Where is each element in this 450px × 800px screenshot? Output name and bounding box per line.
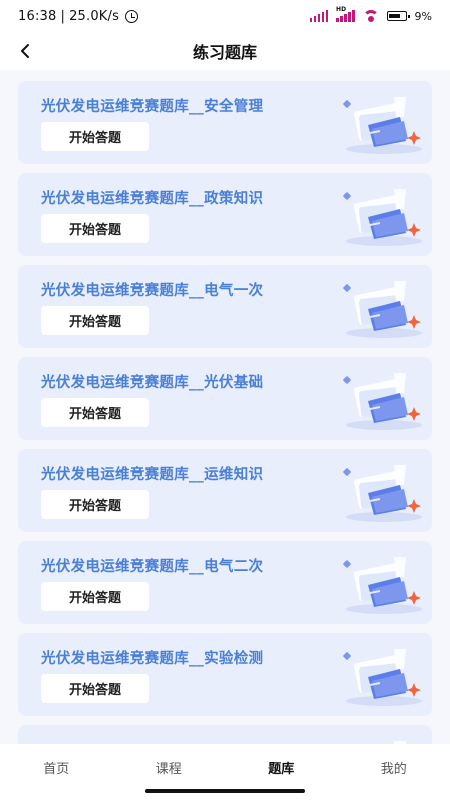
card-title: 光伏发电运维竞赛题库__电气一次 xyxy=(41,283,264,299)
folder-illustration-icon xyxy=(343,649,422,706)
card-title: 光伏发电运维竞赛题库__安全管理 xyxy=(41,99,264,115)
question-bank-list[interactable]: 光伏发电运维竞赛题库__安全管理 开始答题 光伏发电运维竞赛题库__政策知识 开… xyxy=(0,70,450,744)
nav-home[interactable]: 首页 xyxy=(16,758,96,777)
folder-illustration-icon xyxy=(343,281,422,338)
card-title: 光伏发电运维竞赛题库__光伏基础 xyxy=(41,375,264,391)
question-bank-card[interactable]: 光伏发电运维竞赛题库__政策知识 开始答题 xyxy=(18,173,432,256)
question-bank-card[interactable]: 光伏发电运维竞赛题库__安全管理 开始答题 xyxy=(18,81,432,164)
folder-illustration-icon xyxy=(343,373,422,430)
page-title: 练习题库 xyxy=(192,43,257,62)
signal-icon xyxy=(309,10,329,22)
nav-courses[interactable]: 课程 xyxy=(129,758,209,777)
battery-level: 9% xyxy=(414,9,432,23)
question-bank-card[interactable]: 光伏发电运维竞赛题库__实验检测 开始答题 xyxy=(18,633,432,716)
question-bank-card[interactable]: 光伏发电运维竞赛题库__电气二次 开始答题 xyxy=(18,541,432,624)
start-answering-button[interactable]: 开始答题 xyxy=(41,490,149,519)
card-title: 光伏发电运维竞赛题库__实验检测 xyxy=(41,651,264,667)
signal-hd-icon: HD xyxy=(336,6,355,22)
nav-question-bank[interactable]: 题库 xyxy=(241,758,321,777)
question-bank-card[interactable]: 光伏发电运维竞赛题库__光伏基础 开始答题 xyxy=(18,357,432,440)
card-title: 光伏发电运维竞赛题库__电气二次 xyxy=(41,559,264,575)
folder-illustration-icon xyxy=(343,97,422,154)
start-answering-button[interactable]: 开始答题 xyxy=(41,122,149,151)
start-answering-button[interactable]: 开始答题 xyxy=(41,306,149,335)
network-speed: 25.0K/s xyxy=(69,8,120,24)
alarm-icon xyxy=(125,9,139,23)
folder-illustration-icon xyxy=(343,557,422,614)
start-answering-button[interactable]: 开始答题 xyxy=(41,214,149,243)
header: 练习题库 xyxy=(0,32,450,70)
card-title: 光伏发电运维竞赛题库__政策知识 xyxy=(41,191,264,207)
start-answering-button[interactable]: 开始答题 xyxy=(41,674,149,703)
home-indicator xyxy=(145,789,305,793)
folder-illustration-icon xyxy=(394,741,406,744)
wifi-icon xyxy=(362,10,379,22)
back-button[interactable] xyxy=(12,38,38,64)
question-bank-card[interactable]: 光伏发电运维竞赛题库__电气一次 开始答题 xyxy=(18,265,432,348)
status-divider: | xyxy=(60,8,66,24)
status-time: 16:38 xyxy=(18,8,57,24)
folder-illustration-icon xyxy=(343,189,422,246)
chevron-left-icon xyxy=(21,44,29,58)
status-bar: 16:38 | 25.0K/s HD 9% xyxy=(0,0,450,32)
battery-icon xyxy=(386,11,410,21)
question-bank-card[interactable]: 光伏发电运维竞赛题库__运维知识 开始答题 xyxy=(18,449,432,532)
status-left: 16:38 | 25.0K/s xyxy=(18,8,139,24)
start-answering-button[interactable]: 开始答题 xyxy=(41,582,149,611)
status-right: HD 9% xyxy=(309,6,432,23)
signal-hd-label: HD xyxy=(336,6,347,13)
start-answering-button[interactable]: 开始答题 xyxy=(41,398,149,427)
folder-illustration-icon xyxy=(343,465,422,522)
nav-mine[interactable]: 我的 xyxy=(354,758,434,777)
question-bank-card-partial[interactable] xyxy=(18,725,432,744)
card-title: 光伏发电运维竞赛题库__运维知识 xyxy=(41,467,264,483)
